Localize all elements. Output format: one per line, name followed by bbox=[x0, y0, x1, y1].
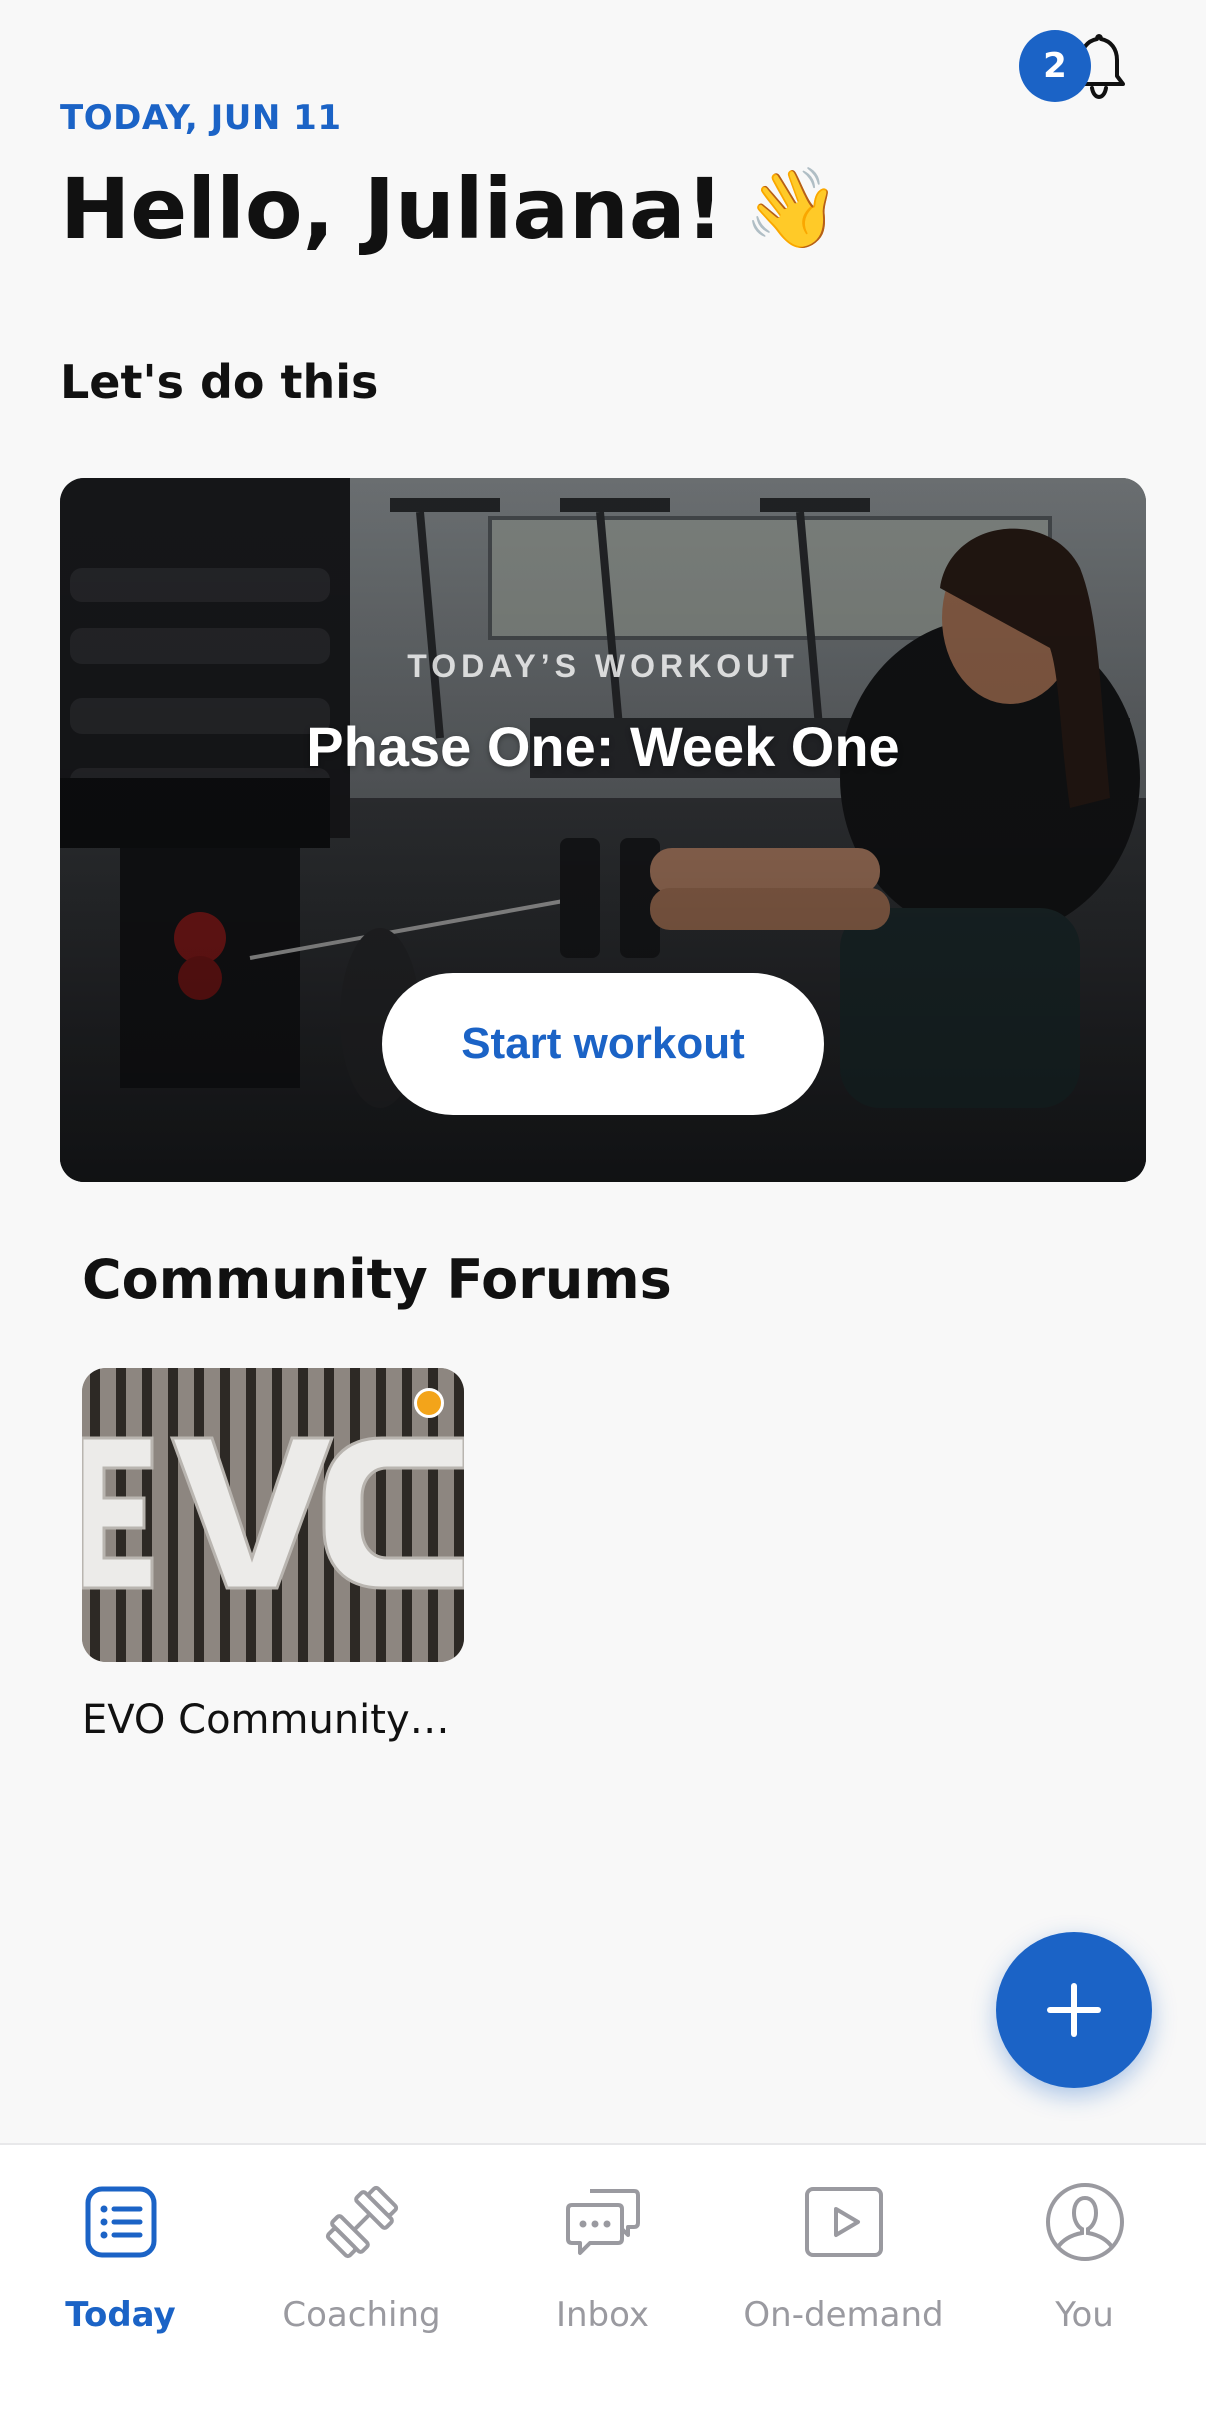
tab-label-on-demand: On-demand bbox=[743, 2295, 944, 2335]
add-button[interactable] bbox=[996, 1932, 1152, 2088]
bottom-tab-bar: Today Coaching Inbox On-demand You bbox=[0, 2143, 1206, 2435]
play-icon bbox=[805, 2187, 883, 2257]
section-title-lets-do-this: Let's do this bbox=[60, 355, 379, 409]
tab-label-today: Today bbox=[65, 2295, 176, 2335]
greeting-text: Hello, Juliana! bbox=[60, 160, 724, 258]
forum-tile-label[interactable]: EVO Community… bbox=[82, 1697, 450, 1743]
section-title-community-forums: Community Forums bbox=[82, 1248, 672, 1311]
tab-label-coaching: Coaching bbox=[282, 2295, 441, 2335]
todays-workout-card[interactable]: TODAY’S WORKOUT Phase One: Week One Star… bbox=[60, 478, 1146, 1182]
workout-title: Phase One: Week One bbox=[306, 715, 900, 778]
tab-on-demand[interactable]: On-demand bbox=[723, 2145, 964, 2345]
waving-hand-icon: 👋 bbox=[743, 163, 841, 254]
dumbbell-icon bbox=[325, 2185, 399, 2259]
workout-kicker: TODAY’S WORKOUT bbox=[407, 648, 799, 684]
unread-indicator-dot bbox=[414, 1388, 444, 1418]
notifications-button[interactable]: 2 bbox=[1015, 26, 1135, 106]
notification-badge: 2 bbox=[1019, 30, 1091, 102]
tab-label-you: You bbox=[1055, 2295, 1114, 2335]
start-workout-button[interactable]: Start workout bbox=[382, 973, 824, 1115]
tab-label-inbox: Inbox bbox=[555, 2295, 650, 2335]
chat-bubbles-icon bbox=[566, 2189, 640, 2255]
tab-today[interactable]: Today bbox=[0, 2145, 241, 2345]
greeting-heading: Hello, Juliana! 👋 bbox=[60, 160, 841, 258]
evo-logo-image bbox=[82, 1368, 464, 1662]
profile-icon bbox=[1046, 2183, 1124, 2261]
forum-tile-evo-community[interactable] bbox=[82, 1368, 464, 1662]
tab-inbox[interactable]: Inbox bbox=[482, 2145, 723, 2345]
list-icon bbox=[85, 2186, 157, 2258]
tab-coaching[interactable]: Coaching bbox=[241, 2145, 482, 2345]
today-date: TODAY, JUN 11 bbox=[60, 98, 342, 138]
tab-you[interactable]: You bbox=[964, 2145, 1205, 2345]
plus-icon bbox=[1047, 1983, 1101, 2037]
